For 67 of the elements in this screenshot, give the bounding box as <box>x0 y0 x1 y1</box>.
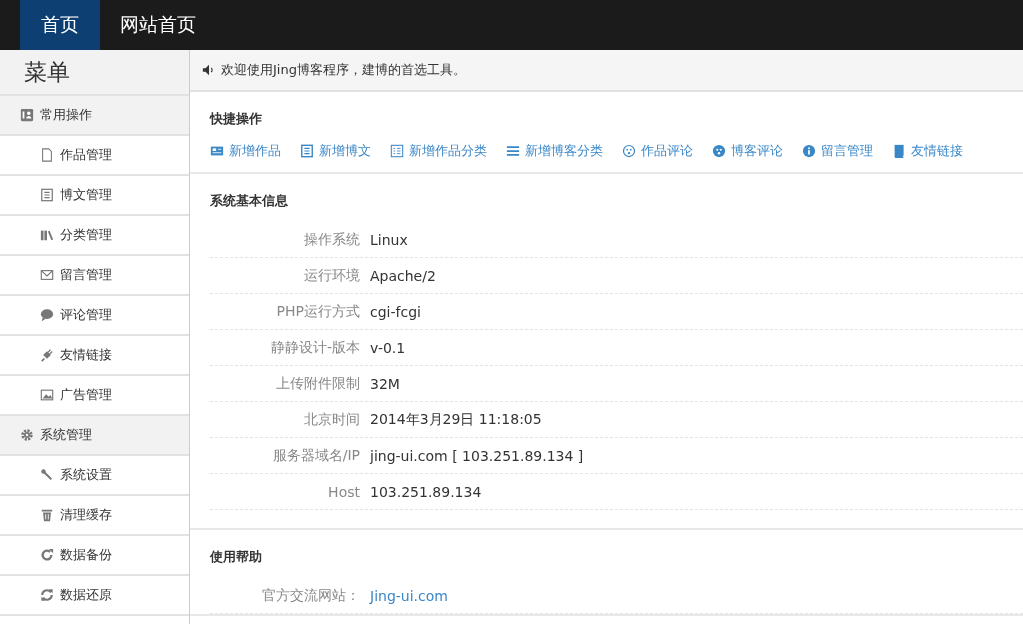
nav-tab[interactable]: 首页 <box>20 0 100 50</box>
info-value: 32M <box>370 375 400 392</box>
quick-action-link[interactable]: 博客评论 <box>712 142 783 160</box>
books-icon <box>40 228 54 242</box>
trash-icon <box>40 508 54 522</box>
document-icon <box>40 148 54 162</box>
info-label: 上传附件限制 <box>275 374 361 393</box>
sidebar-item[interactable]: 留言管理 <box>0 256 189 296</box>
book-icon <box>892 144 906 158</box>
sidebar-item[interactable]: 博文管理 <box>0 176 189 216</box>
sidebar-item[interactable]: 作品管理 <box>0 136 189 176</box>
quick-action-link[interactable]: 新增作品分类 <box>390 142 487 160</box>
envelope-icon <box>40 268 54 282</box>
sidebar-item[interactable]: 友情链接 <box>0 336 189 376</box>
list-document-icon <box>40 188 54 202</box>
checklist-icon <box>390 144 404 158</box>
info-value: Linux <box>370 231 408 248</box>
contact-card-icon <box>20 108 34 122</box>
quick-action-link[interactable]: 留言管理 <box>802 142 873 160</box>
speech-bubble-icon <box>40 308 54 322</box>
website-link[interactable]: Jing-ui.com <box>370 587 448 604</box>
sync-icon <box>40 588 54 602</box>
info-label: 运行环境 <box>303 266 361 285</box>
gear-icon <box>20 428 34 442</box>
plug-icon <box>40 348 54 362</box>
sidebar-item[interactable]: 清理缓存 <box>0 496 189 536</box>
welcome-message: 欢迎使用Jing博客程序，建博的首选工具。 <box>221 61 466 79</box>
face-icon <box>622 144 636 158</box>
info-label: 操作系统 <box>303 230 361 249</box>
section-title: 快捷操作 <box>210 110 263 128</box>
sidebar-group-header[interactable]: 系统管理 <box>0 416 189 456</box>
section-title: 系统基本信息 <box>210 192 289 210</box>
sidebar-item[interactable]: 数据备份 <box>0 536 189 576</box>
info-value: 103.251.89.134 <box>370 483 482 500</box>
info-value: cgi-fcgi <box>370 303 421 320</box>
sidebar-item[interactable]: 系统设置 <box>0 456 189 496</box>
nav-tab[interactable]: 网站首页 <box>100 0 216 50</box>
info-label: 服务器域名/IP <box>271 446 361 465</box>
list-document-icon <box>300 144 314 158</box>
info-label: PHP运行方式 <box>275 302 361 321</box>
section-title: 使用帮助 <box>210 548 263 566</box>
info-label: 官方交流网站： <box>261 586 361 605</box>
info-icon <box>802 144 816 158</box>
info-label: 北京时间 <box>303 410 361 429</box>
sidebar-group-header[interactable]: 常用操作 <box>0 96 189 136</box>
newspaper-icon <box>210 144 224 158</box>
quick-action-link[interactable]: 新增博客分类 <box>506 142 603 160</box>
quick-action-link[interactable]: 新增博文 <box>300 142 371 160</box>
face-icon <box>712 144 726 158</box>
wrench-icon <box>40 468 54 482</box>
info-value: 2014年3月29日 11:18:05 <box>370 410 542 429</box>
quick-action-link[interactable]: 新增作品 <box>210 142 281 160</box>
sidebar-title: 菜单 <box>0 50 189 96</box>
sidebar-item[interactable]: 评论管理 <box>0 296 189 336</box>
sidebar-item[interactable]: 数据还原 <box>0 576 189 616</box>
info-value: v-0.1 <box>370 339 406 356</box>
quick-action-link[interactable]: 友情链接 <box>892 142 963 160</box>
info-label: 静静设计-版本 <box>269 338 361 357</box>
speaker-icon <box>202 63 216 77</box>
refresh-icon <box>40 548 54 562</box>
quick-action-link[interactable]: 作品评论 <box>622 142 693 160</box>
menu-icon <box>506 144 520 158</box>
info-label: Host <box>327 483 361 500</box>
sidebar-item[interactable]: 分类管理 <box>0 216 189 256</box>
info-value: Apache/2 <box>370 267 436 284</box>
picture-icon <box>40 388 54 402</box>
info-value: jing-ui.com [ 103.251.89.134 ] <box>370 447 584 464</box>
